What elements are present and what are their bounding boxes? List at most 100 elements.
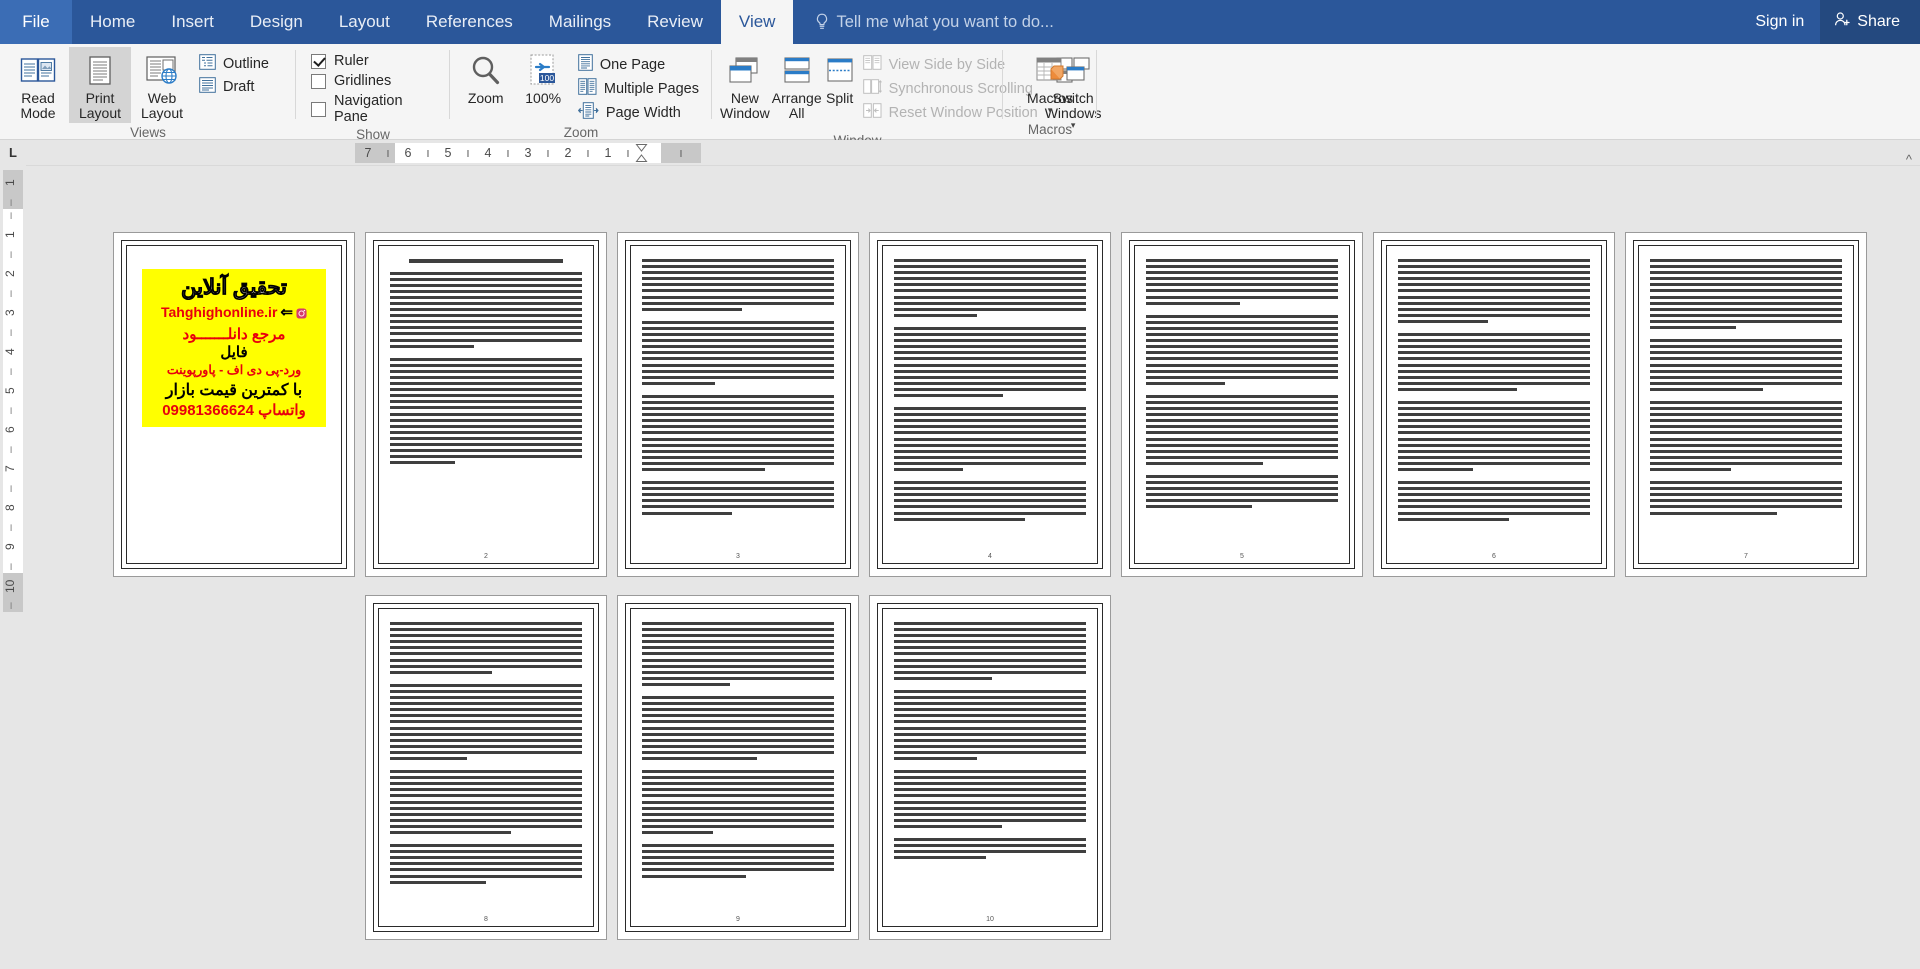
page-10[interactable]: 10 (869, 595, 1111, 940)
zoom-button[interactable]: Zoom (457, 47, 514, 108)
ruler-tick: ı (386, 146, 390, 160)
ribbon-group-views: Read Mode Print Layout Web Layout Outlin… (0, 44, 296, 140)
gridlines-checkbox[interactable] (311, 73, 326, 89)
outline-button[interactable]: Outline (199, 54, 269, 74)
page-3[interactable]: 3 (617, 232, 859, 577)
print-layout-button[interactable]: Print Layout (69, 47, 131, 124)
horizontal-ruler[interactable]: 7 ı 6 ı 5 ı 4 ı 3 ı 2 ı 1 ı ı (355, 143, 701, 163)
share-button[interactable]: Share (1820, 0, 1920, 44)
page-5-border-outer (1129, 240, 1355, 569)
ruler-checkbox[interactable] (311, 53, 326, 69)
web-layout-label: Web Layout (140, 90, 184, 122)
page-1-border-outer: تحقیق آنلاین Tahghighonline.ir ⇐ مرجع دا… (121, 240, 347, 569)
page-4-number: 4 (988, 553, 992, 560)
tab-insert[interactable]: Insert (153, 0, 232, 44)
ruler-text-area: 6 ı 5 ı 4 ı 3 ı 2 ı 1 ı (395, 143, 661, 163)
vertical-ruler[interactable]: 1 – – 1 – 2 – 3 – 4 – 5 – 6 – 7 – 8 – 9 … (3, 170, 23, 612)
page-2[interactable]: 2 (365, 232, 607, 577)
zoom-100-icon: 100 (526, 51, 560, 91)
tab-home[interactable]: Home (72, 0, 153, 44)
banner-title: تحقیق آنلاین (181, 275, 287, 299)
one-page-label: One Page (599, 56, 666, 73)
page-9-border-inner (630, 608, 846, 927)
side-by-side-icon (862, 54, 882, 75)
tab-stop-selector[interactable]: L (0, 139, 26, 166)
web-layout-button[interactable]: Web Layout (131, 47, 193, 123)
ribbon-group-window: New Window Arrange All Split View Side b… (712, 44, 1102, 148)
tab-layout[interactable]: Layout (321, 0, 408, 44)
macros-button[interactable]: Macros ▾ (1019, 47, 1081, 116)
new-window-button[interactable]: New Window (719, 47, 771, 123)
ruler-num-6: 6 (404, 146, 412, 160)
multiple-pages-button[interactable]: Multiple Pages (578, 78, 699, 99)
paragraph (390, 271, 582, 351)
gridlines-checkbox-row[interactable]: Gridlines (311, 73, 437, 89)
paragraph (390, 357, 582, 468)
page-7[interactable]: 7 (1625, 232, 1867, 577)
draft-icon (199, 77, 216, 97)
tab-file[interactable]: File (0, 0, 72, 44)
split-button[interactable]: Split (823, 47, 857, 108)
page-3-border-inner (630, 245, 846, 564)
page-5-text (1146, 255, 1338, 554)
banner-line4: فایل (220, 344, 248, 362)
page-2-number: 2 (484, 553, 488, 560)
vruler-text-area: – 1 – 2 – 3 – 4 – 5 – 6 – 7 – 8 – 9 – (3, 209, 23, 573)
page-9[interactable]: 9 (617, 595, 859, 940)
vruler-num-2: 2 (3, 270, 17, 278)
ruler-tick: ı (586, 146, 590, 160)
paragraph (894, 407, 1086, 474)
ribbon-group-show: Ruler Gridlines Navigation Pane Show (296, 44, 450, 142)
page-width-button[interactable]: Page Width (577, 102, 699, 123)
page-6[interactable]: 6 (1373, 232, 1615, 577)
paragraph (642, 696, 834, 763)
vruler-num-1b: 1 (3, 231, 17, 239)
page-8[interactable]: 8 (365, 595, 607, 940)
one-page-button[interactable]: One Page (578, 54, 699, 75)
tab-design[interactable]: Design (232, 0, 321, 44)
zoom-100-button[interactable]: 100 100% (514, 47, 571, 108)
page-8-text (390, 618, 582, 917)
print-layout-label: Print Layout (78, 90, 122, 122)
page-4[interactable]: 4 (869, 232, 1111, 577)
page-5[interactable]: 5 (1121, 232, 1363, 577)
ruler-tick: ı (466, 146, 470, 160)
paragraph (1650, 339, 1842, 394)
paragraph (642, 844, 834, 881)
paragraph (894, 622, 1086, 683)
page-1[interactable]: تحقیق آنلاین Tahghighonline.ir ⇐ مرجع دا… (113, 232, 355, 577)
indent-marker[interactable] (635, 143, 661, 163)
ribbon-tabs: Home Insert Design Layout References Mai… (72, 0, 794, 44)
svg-text:100: 100 (540, 73, 554, 83)
tell-me-box[interactable]: Tell me what you want to do... (793, 0, 1054, 44)
ruler-checkbox-row[interactable]: Ruler (311, 53, 437, 69)
ruler-num-4: 4 (484, 146, 492, 160)
vruler-num-10: 10 (3, 579, 17, 593)
multiple-pages-icon (578, 78, 597, 99)
banner-line5: ورد-پی دی اف - پاورپوینت (166, 363, 302, 378)
magnifier-icon (469, 51, 503, 91)
navigation-pane-checkbox-row[interactable]: Navigation Pane (311, 93, 437, 125)
tell-me-text: Tell me what you want to do... (836, 12, 1054, 31)
vruler-tick: – (3, 329, 17, 336)
draft-button[interactable]: Draft (199, 77, 269, 97)
paragraph (894, 259, 1086, 320)
views-small-list: Outline Draft (193, 47, 275, 97)
banner-whatsapp-label: واتساپ (258, 402, 306, 420)
paragraph (1650, 400, 1842, 474)
tab-view[interactable]: View (720, 0, 794, 44)
sign-in-button[interactable]: Sign in (1739, 0, 1820, 44)
arrange-all-button[interactable]: Arrange All (771, 47, 823, 123)
tab-mailings[interactable]: Mailings (531, 0, 629, 44)
banner-phone-row: واتساپ 09981366624 (146, 401, 322, 419)
tab-references[interactable]: References (408, 0, 531, 44)
tab-review[interactable]: Review (629, 0, 721, 44)
collapse-ribbon-icon[interactable]: ^ (1906, 152, 1912, 167)
paragraph (1650, 259, 1842, 332)
paragraph (1146, 475, 1338, 512)
split-icon (824, 51, 856, 91)
document-area[interactable]: 1 – – 1 – 2 – 3 – 4 – 5 – 6 – 7 – 8 – 9 … (0, 170, 1920, 969)
read-mode-button[interactable]: Read Mode (7, 47, 69, 123)
split-label: Split (825, 90, 854, 106)
navigation-pane-checkbox[interactable] (311, 101, 326, 117)
